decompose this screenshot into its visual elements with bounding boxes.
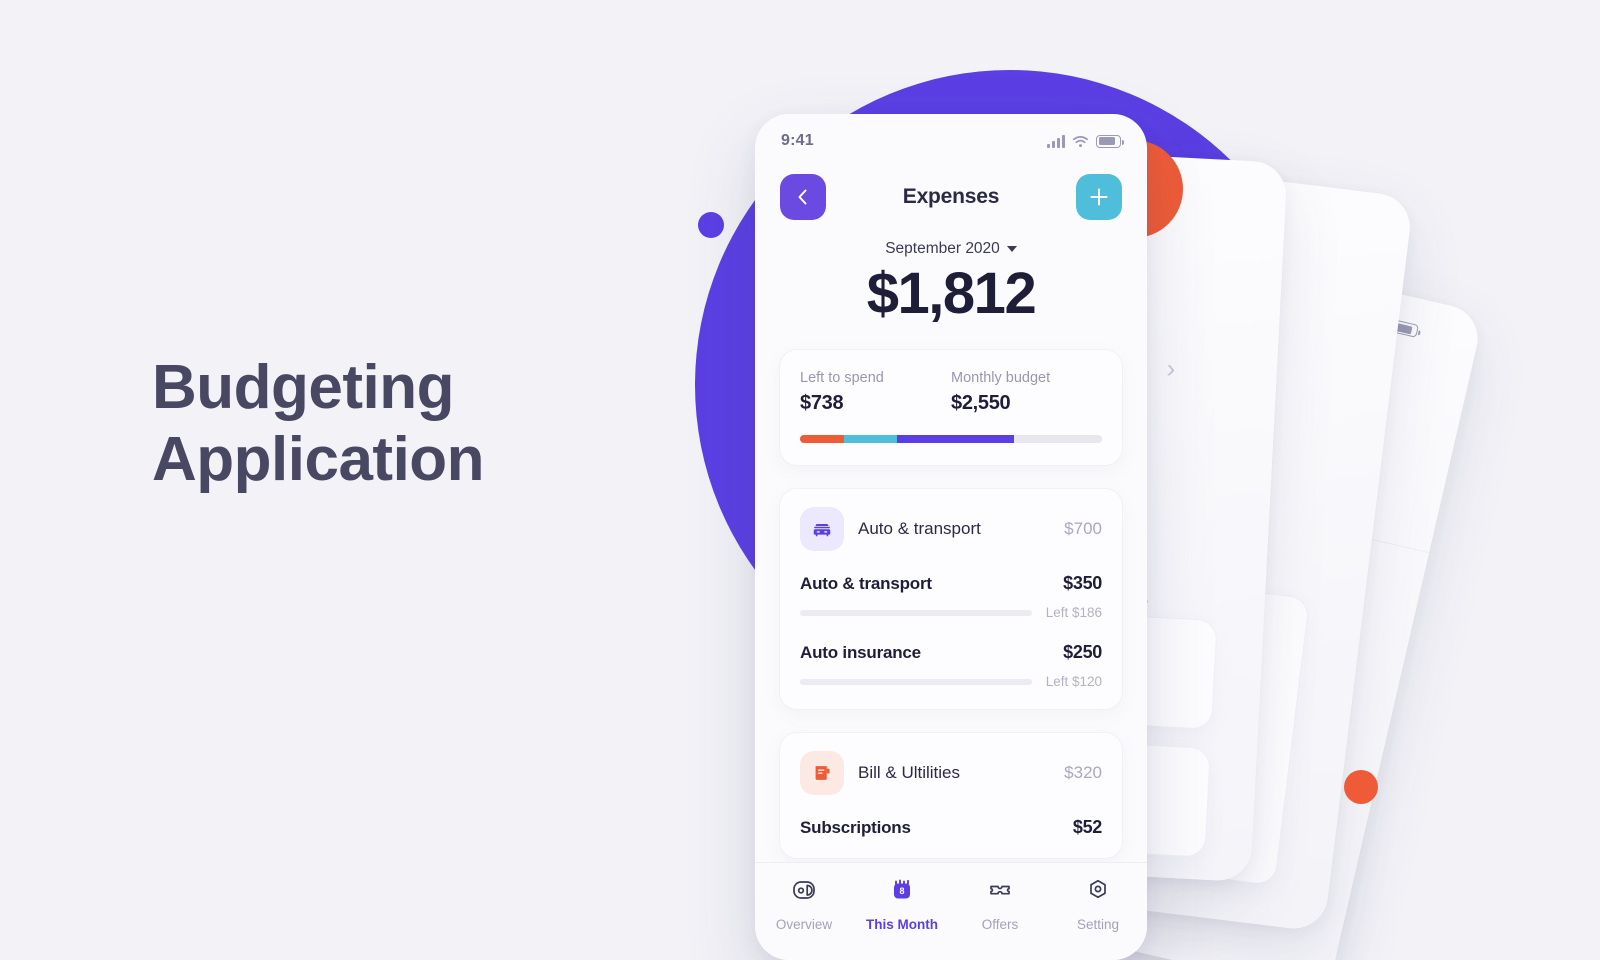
- status-bar: 9:41: [755, 114, 1147, 156]
- tab-overview[interactable]: Overview: [764, 877, 844, 932]
- budget-item-name: Auto & transport: [800, 574, 932, 593]
- budget-item[interactable]: Subscriptions $52: [800, 817, 1102, 838]
- budget-segment-transport: [843, 435, 897, 443]
- category-card[interactable]: Bill & Ultilities $320 Subscriptions $52: [779, 732, 1123, 859]
- chevron-right-icon: ›: [1165, 353, 1177, 384]
- month-selector[interactable]: September 2020: [755, 240, 1147, 258]
- tab-label: This Month: [866, 917, 938, 932]
- budget-item-name: Subscriptions: [800, 818, 911, 837]
- back-button[interactable]: [780, 174, 826, 220]
- budget-item[interactable]: Auto insurance $250 Left $120: [800, 642, 1102, 689]
- monthly-budget-block: Monthly budget $2,550: [951, 370, 1102, 415]
- status-time: 9:41: [781, 132, 814, 149]
- tab-icon-wrapper: [987, 877, 1013, 908]
- budget-item-progress-track: [800, 609, 1032, 616]
- category-icon-wrapper: [800, 751, 844, 795]
- tab-label: Setting: [1076, 917, 1120, 932]
- page-title-line1: Budgeting: [152, 353, 455, 422]
- settings-hexagon-icon: [1090, 879, 1106, 899]
- tab-icon-wrapper: 8: [889, 877, 915, 908]
- calendar-icon: 8: [894, 879, 910, 899]
- category-header: Auto & transport $700: [800, 507, 1102, 551]
- budget-segment-remaining: [1014, 435, 1102, 443]
- svg-text:8: 8: [899, 886, 904, 896]
- tab-icon-wrapper: [1085, 877, 1111, 908]
- tab-setting[interactable]: Setting: [1058, 877, 1138, 932]
- chevron-left-icon: [798, 189, 807, 205]
- budget-item-amount: $52: [1072, 817, 1102, 837]
- screen-title: Expenses: [902, 185, 1000, 208]
- orange-dot-shape: [1344, 770, 1378, 804]
- budget-item[interactable]: Auto & transport $350 Left $186: [800, 573, 1102, 620]
- budget-item-remaining: Left $120: [1045, 674, 1102, 689]
- signal-bars-icon: [1047, 134, 1065, 148]
- receipt-icon: [815, 766, 830, 780]
- bar-chart-icon: [793, 881, 815, 899]
- month-label: September 2020: [885, 240, 1000, 257]
- budget-item-amount: $250: [1063, 642, 1102, 662]
- tab-this-month[interactable]: 8 This Month: [862, 877, 942, 932]
- category-card[interactable]: Auto & transport $700 Auto & transport $350…: [779, 488, 1123, 710]
- budget-item-amount: $350: [1063, 573, 1102, 593]
- budget-segmented-progress-bar: [800, 435, 1102, 443]
- budget-segment-food: [800, 435, 844, 443]
- tab-icon-wrapper: [791, 877, 817, 908]
- page-title: Budgeting Application: [152, 352, 485, 496]
- plus-icon: [1090, 188, 1108, 206]
- wifi-icon: [1072, 135, 1089, 147]
- category-total: $700: [1064, 519, 1102, 538]
- budget-segment-bills: [896, 435, 1015, 443]
- total-amount: $1,812: [866, 261, 1037, 326]
- category-total: $320: [1064, 763, 1102, 782]
- page-title-line2: Application: [152, 424, 485, 494]
- tab-label: Offers: [981, 917, 1019, 932]
- left-to-spend-block: Left to spend $738: [800, 370, 951, 415]
- tab-offers[interactable]: Offers: [960, 877, 1040, 932]
- car-icon: [813, 523, 831, 537]
- category-name: Bill & Ultilities: [858, 763, 961, 782]
- monthly-budget-label: Monthly budget: [951, 370, 1051, 386]
- budget-summary-card: Left to spend $738 Monthly budget $2,550: [779, 349, 1123, 466]
- battery-icon: [1096, 134, 1124, 148]
- ticket-icon: [990, 885, 1010, 895]
- budget-item-remaining: Left $186: [1045, 605, 1102, 620]
- left-to-spend-label: Left to spend: [800, 370, 884, 386]
- main-phone-screen: 9:41 Expenses September 2020 $1,812 Left…: [755, 114, 1147, 960]
- bottom-navigation: Overview 8 This Month Offers Setting: [755, 862, 1147, 960]
- budget-item-name: Auto insurance: [800, 643, 921, 662]
- category-name: Auto & transport: [858, 519, 981, 538]
- category-header: Bill & Ultilities $320: [800, 751, 1102, 795]
- category-list: Auto & transport $700 Auto & transport $350…: [755, 488, 1147, 859]
- category-icon-wrapper: [800, 507, 844, 551]
- caret-down-icon: [1006, 246, 1017, 252]
- monthly-budget-value: $2,550: [951, 392, 1011, 414]
- purple-dot-shape: [698, 212, 724, 238]
- budget-item-progress-track: [800, 678, 1032, 685]
- app-header: Expenses: [755, 156, 1147, 220]
- left-to-spend-value: $738: [800, 392, 844, 414]
- tab-label: Overview: [775, 917, 833, 932]
- add-expense-button[interactable]: [1076, 174, 1122, 220]
